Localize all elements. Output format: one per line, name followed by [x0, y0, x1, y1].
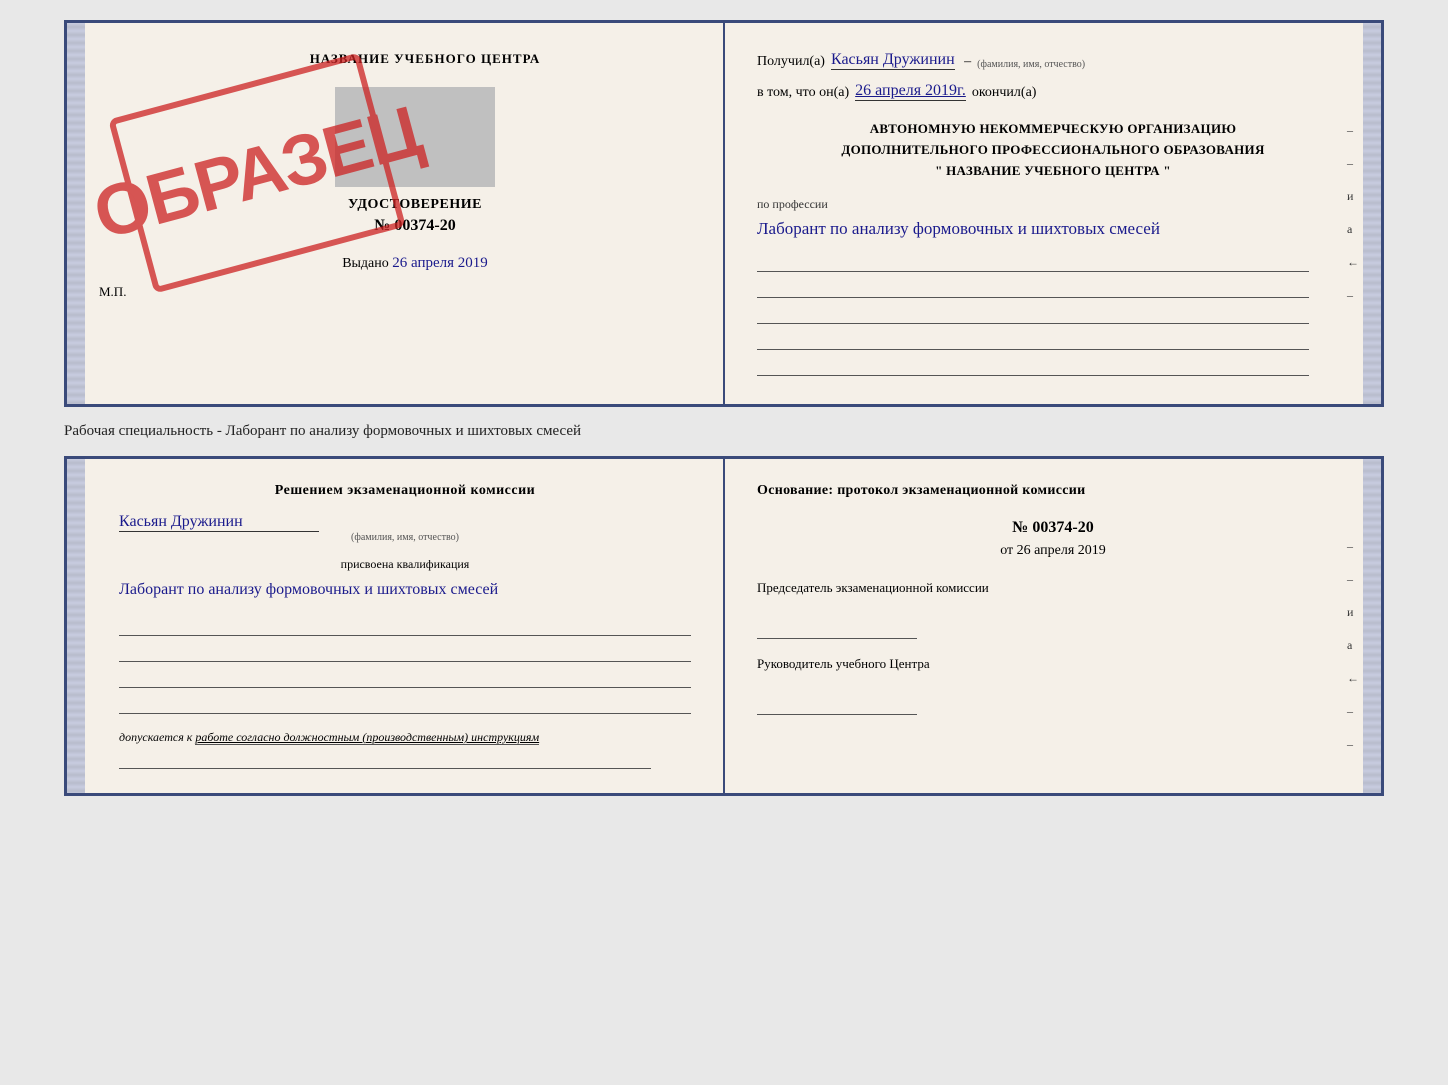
edge-char-1: – [1347, 123, 1359, 138]
edge-b-2: – [1347, 572, 1359, 587]
edge-b-1: – [1347, 539, 1359, 554]
protocol-number: № 00374-20 [757, 519, 1349, 537]
issued-label: Выдано [342, 256, 389, 271]
edge-char-6: – [1347, 288, 1359, 303]
cert-number: № 00374-20 [119, 217, 711, 235]
edge-b-3: и [1347, 605, 1359, 620]
name-field: Касьян Дружинин (фамилия, имя, отчество) [119, 513, 691, 543]
director-signature-line [757, 697, 917, 715]
top-right-panel: Получил(а) Касьян Дружинин – (фамилия, и… [725, 23, 1381, 404]
right-line-2 [757, 278, 1309, 298]
edge-b-7: – [1347, 737, 1359, 752]
org-line1: АВТОНОМНУЮ НЕКОММЕРЧЕСКУЮ ОРГАНИЗАЦИЮ [757, 119, 1349, 140]
basis-label: Основание: протокол экзаменационной коми… [757, 483, 1349, 499]
bottom-line-2 [119, 644, 691, 662]
edge-b-6: – [1347, 704, 1359, 719]
protocol-date: от 26 апреля 2019 [757, 543, 1349, 559]
bottom-left-panel: Решением экзаменационной комиссии Касьян… [67, 459, 725, 793]
allowed-text: работе согласно должностным (производств… [195, 730, 539, 745]
org-text: АВТОНОМНУЮ НЕКОММЕРЧЕСКУЮ ОРГАНИЗАЦИЮ ДО… [757, 119, 1349, 181]
allowed-text-block: допускается к работе согласно должностны… [119, 730, 691, 745]
right-line-3 [757, 304, 1309, 324]
issued-date: 26 апреля 2019 [392, 255, 488, 271]
received-label: Получил(а) [757, 54, 825, 70]
director-block: Руководитель учебного Центра [757, 655, 1349, 715]
finished-label: окончил(а) [972, 85, 1037, 101]
org-line3: " НАЗВАНИЕ УЧЕБНОГО ЦЕНТРА " [757, 161, 1349, 182]
right-edge-text: – – и а ← – [1347, 123, 1359, 303]
allowed-line [119, 751, 651, 769]
edge-char-3: и [1347, 189, 1359, 204]
right-line-1 [757, 252, 1309, 272]
date-prefix: от [1000, 543, 1013, 558]
profession-text: Лаборант по анализу формовочных и шихтов… [757, 216, 1309, 242]
in-that-label: в том, что он(а) [757, 85, 849, 101]
photo-placeholder [335, 87, 495, 187]
cert-issued: Выдано 26 апреля 2019 [119, 255, 711, 272]
top-cert-title: НАЗВАНИЕ УЧЕБНОГО ЦЕНТРА [139, 51, 711, 67]
date-line: в том, что он(а) 26 апреля 2019г. окончи… [757, 82, 1349, 101]
top-left-panel: НАЗВАНИЕ УЧЕБНОГО ЦЕНТРА УДОСТОВЕРЕНИЕ №… [67, 23, 725, 404]
bottom-fio-small: (фамилия, имя, отчество) [119, 532, 691, 543]
bottom-lines [119, 618, 691, 714]
profession-label: по профессии [757, 197, 1309, 212]
mp-label: М.П. [99, 284, 691, 300]
bottom-document: Решением экзаменационной комиссии Касьян… [64, 456, 1384, 796]
edge-char-2: – [1347, 156, 1359, 171]
bottom-name: Касьян Дружинин [119, 513, 319, 532]
edge-char-5: ← [1347, 255, 1359, 270]
dash: – [961, 54, 972, 70]
allowed-label: допускается к [119, 730, 192, 744]
right-edge-text-bottom: – – и а ← – – [1347, 539, 1359, 752]
bottom-line-3 [119, 670, 691, 688]
chairman-label: Председатель экзаменационной комиссии [757, 579, 1349, 597]
bottom-title: Решением экзаменационной комиссии [119, 483, 691, 499]
chairman-signature-line [757, 621, 917, 639]
bottom-right-panel: Основание: протокол экзаменационной коми… [725, 459, 1381, 793]
edge-b-4: а [1347, 638, 1359, 653]
top-document: НАЗВАНИЕ УЧЕБНОГО ЦЕНТРА УДОСТОВЕРЕНИЕ №… [64, 20, 1384, 407]
date-completed: 26 апреля 2019г. [855, 82, 966, 101]
right-line-4 [757, 330, 1309, 350]
chairman-block: Председатель экзаменационной комиссии [757, 579, 1349, 639]
protocol-date-value: 26 апреля 2019 [1017, 543, 1106, 558]
fio-small: (фамилия, имя, отчество) [977, 59, 1085, 70]
between-label: Рабочая специальность - Лаборант по анал… [64, 419, 1384, 444]
org-line2: ДОПОЛНИТЕЛЬНОГО ПРОФЕССИОНАЛЬНОГО ОБРАЗО… [757, 140, 1349, 161]
qualification-text: Лаборант по анализу формовочных и шихтов… [119, 578, 691, 602]
director-label: Руководитель учебного Центра [757, 655, 1349, 673]
bottom-line-1 [119, 618, 691, 636]
cert-subtitle: УДОСТОВЕРЕНИЕ [119, 197, 711, 213]
recipient-name: Касьян Дружинин [831, 51, 955, 70]
recipient-line: Получил(а) Касьян Дружинин – (фамилия, и… [757, 51, 1349, 70]
edge-char-4: а [1347, 222, 1359, 237]
qualification-label: присвоена квалификация [119, 557, 691, 572]
bottom-line-4 [119, 696, 691, 714]
right-line-5 [757, 356, 1309, 376]
edge-b-5: ← [1347, 671, 1359, 686]
